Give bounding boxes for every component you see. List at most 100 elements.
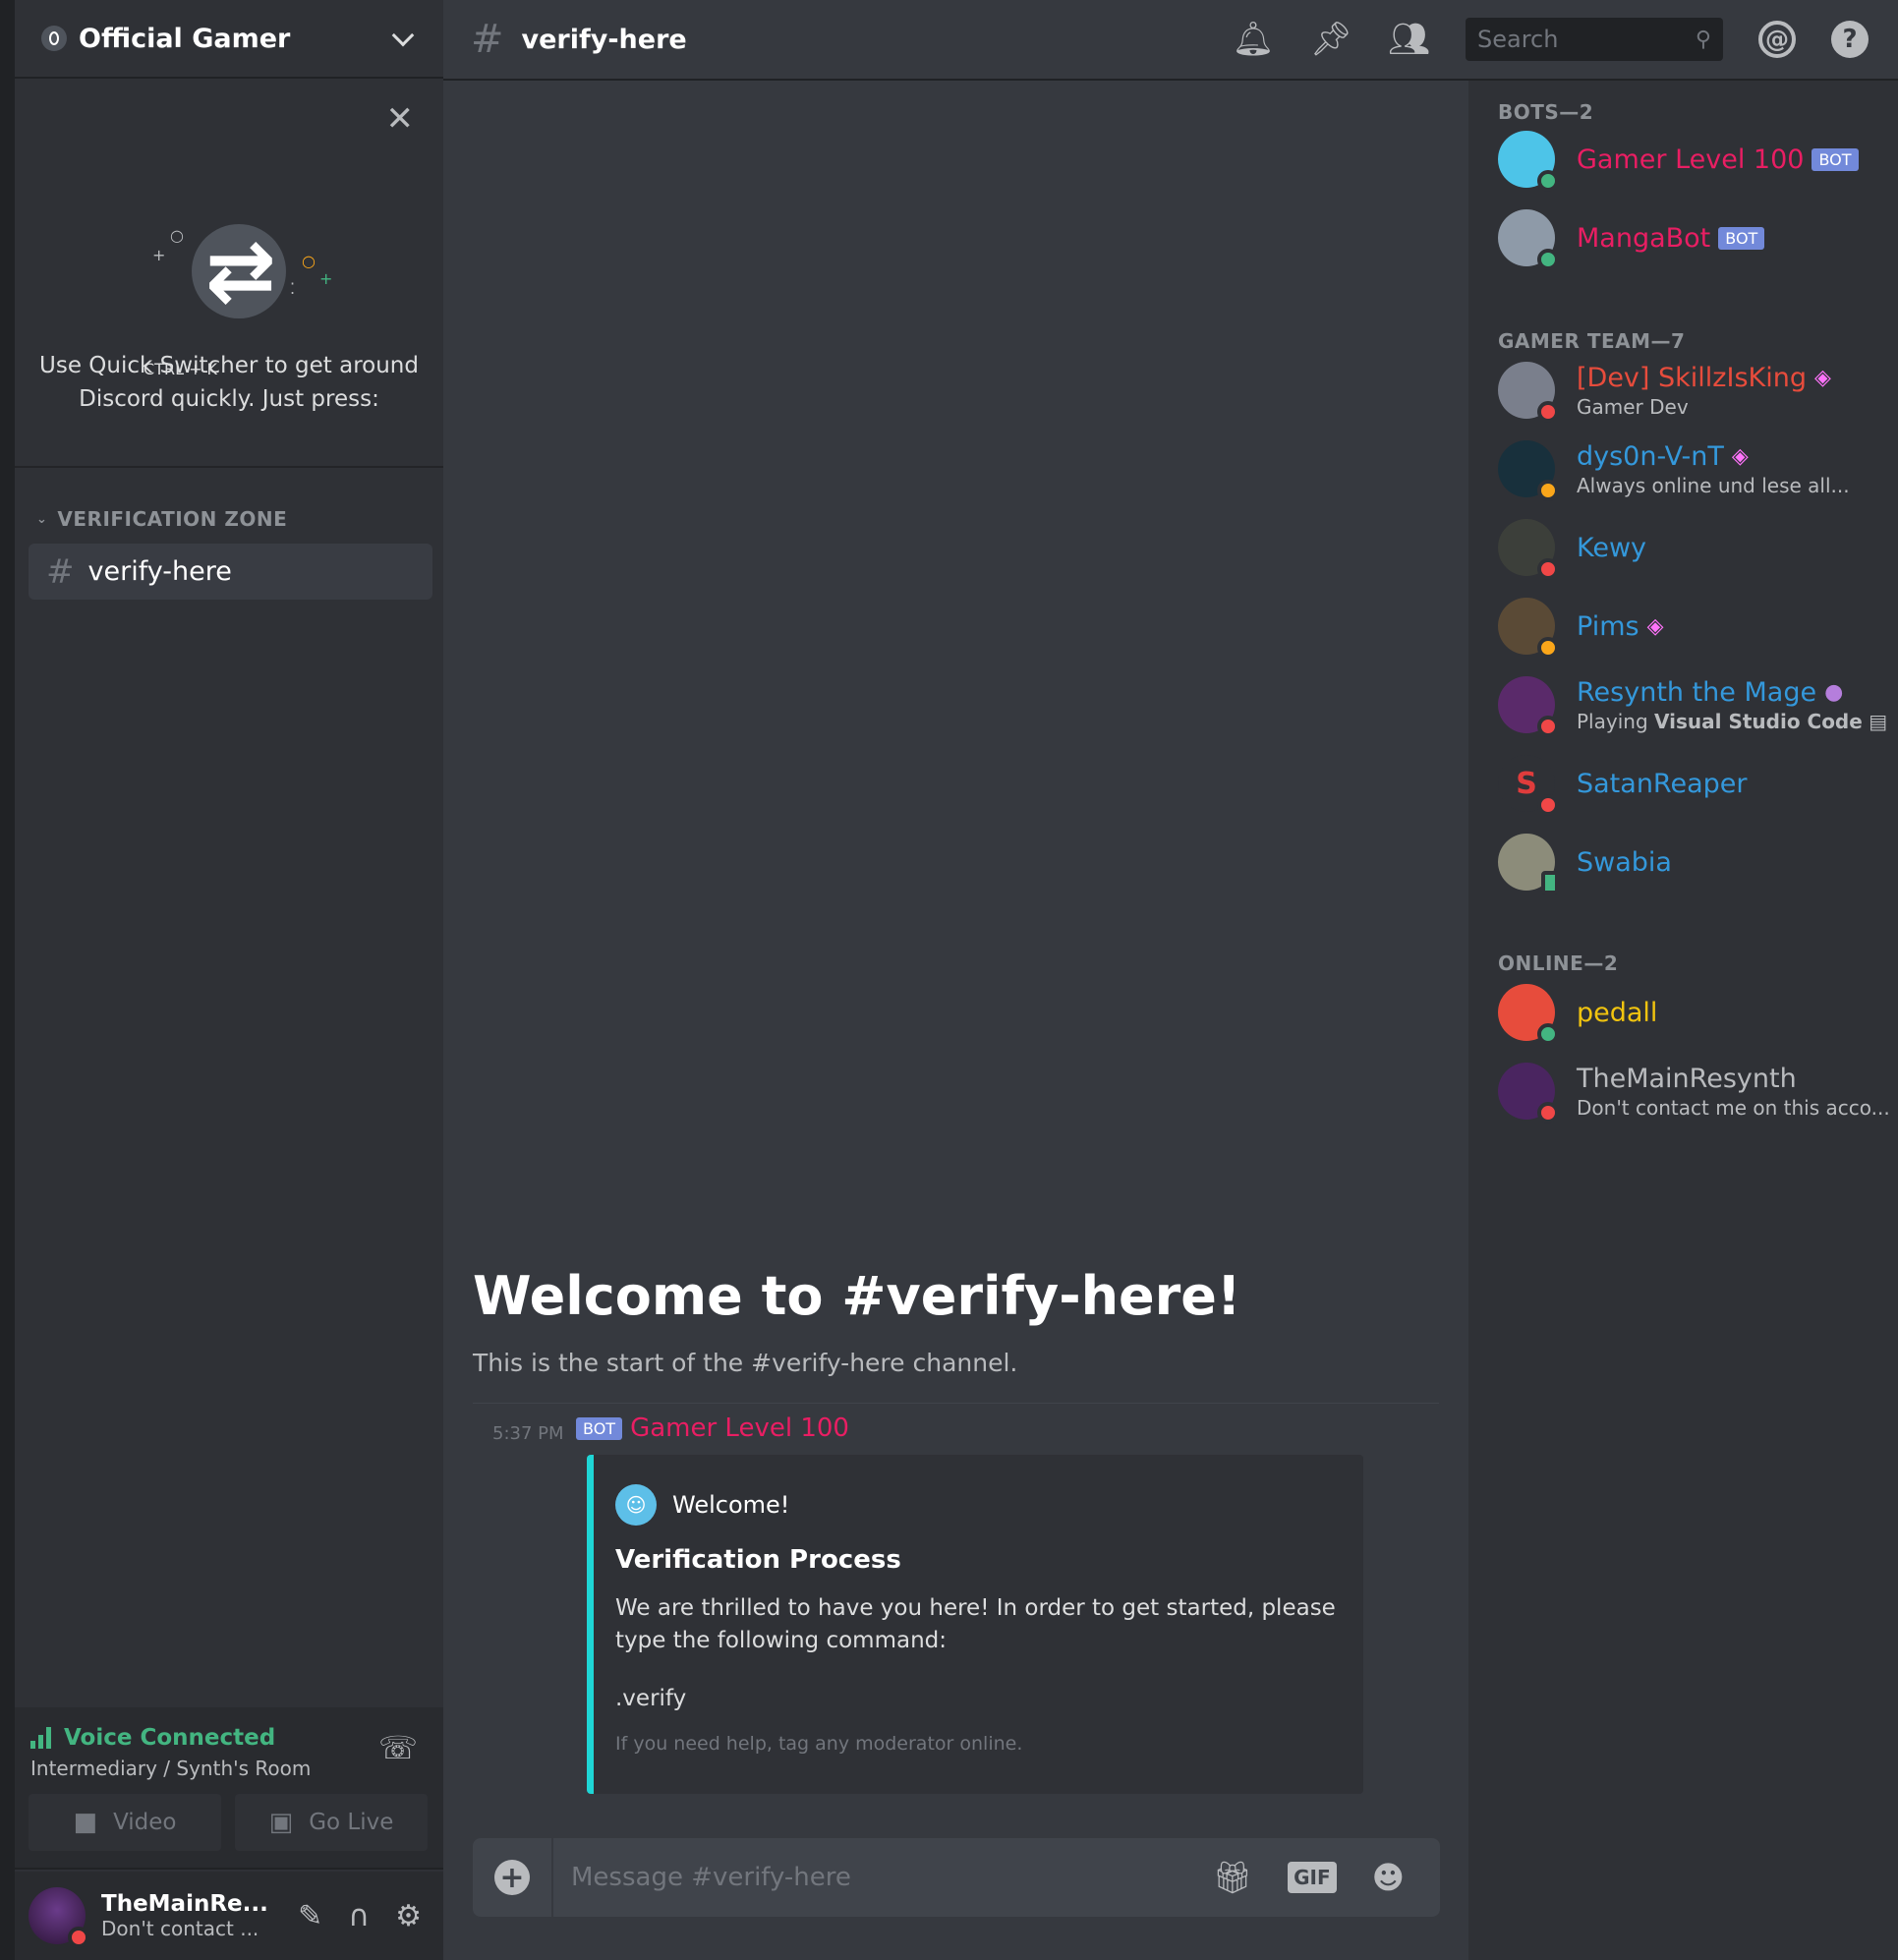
channel-item-verify-here[interactable]: # verify-here bbox=[29, 544, 432, 600]
avatar bbox=[1498, 131, 1559, 192]
channel-sidebar: Official Gamer ✕ + ○ ⇄ ○ + ⁚ Use Quick S… bbox=[15, 0, 443, 1960]
help-icon[interactable]: ? bbox=[1831, 21, 1869, 58]
avatar bbox=[1498, 834, 1559, 894]
voice-room[interactable]: Intermediary / Synth's Room bbox=[30, 1757, 311, 1780]
rich-presence-icon: ▤ bbox=[1869, 709, 1888, 733]
mute-microphone-icon[interactable]: ✎ bbox=[298, 1899, 322, 1933]
activity-name: Visual Studio Code bbox=[1654, 709, 1863, 733]
disconnect-icon[interactable]: ☏ bbox=[378, 1729, 418, 1766]
bell-icon[interactable]: 🔔︎ bbox=[1232, 20, 1274, 59]
quick-switcher-illustration: + ○ ⇄ ○ + ⁚ bbox=[152, 222, 333, 320]
member-name: Kewy bbox=[1577, 532, 1647, 563]
member-item[interactable]: Kewy bbox=[1498, 518, 1891, 580]
search-input[interactable]: Search ⚲ bbox=[1466, 18, 1723, 61]
gear-icon[interactable]: ⚙ bbox=[395, 1899, 422, 1933]
voice-status-label: Voice Connected bbox=[64, 1725, 276, 1751]
server-header[interactable]: Official Gamer bbox=[15, 0, 443, 79]
status-dnd-icon bbox=[1537, 716, 1559, 737]
category-verification-zone[interactable]: ⌄ VERIFICATION ZONE bbox=[36, 507, 287, 531]
bot-badge: BOT bbox=[576, 1416, 623, 1440]
shortcut-button[interactable]: CTRL + K bbox=[144, 360, 217, 378]
quick-switcher-promo: ✕ + ○ ⇄ ○ + ⁚ Use Quick Switcher to get … bbox=[15, 79, 443, 468]
member-name: MangaBot bbox=[1577, 222, 1711, 254]
member-item[interactable]: S SatanReaper bbox=[1498, 754, 1891, 816]
partner-badge-icon bbox=[41, 26, 67, 51]
message-timestamp: 5:37 PM bbox=[492, 1423, 564, 1444]
activity-prefix: Playing bbox=[1577, 709, 1648, 733]
go-live-button[interactable]: ▣ Go Live bbox=[235, 1794, 428, 1851]
category-label: VERIFICATION ZONE bbox=[57, 507, 288, 531]
welcome-title: Welcome to #verify-here! bbox=[473, 1265, 1241, 1327]
nitro-boost-icon: ◈ bbox=[1731, 443, 1749, 469]
avatar bbox=[1498, 1063, 1559, 1124]
status-online-icon bbox=[1537, 170, 1559, 192]
embed-description: We are thrilled to have you here! In ord… bbox=[615, 1595, 1336, 1653]
nitro-boost-icon: ◈ bbox=[1813, 365, 1831, 390]
avatar: S bbox=[1498, 755, 1559, 816]
headphones-icon[interactable]: ∩ bbox=[348, 1899, 370, 1933]
camera-icon: ■ bbox=[73, 1808, 98, 1837]
avatar[interactable] bbox=[29, 1887, 89, 1948]
member-item[interactable]: TheMainResynth Don't contact me on this … bbox=[1498, 1062, 1891, 1124]
member-item[interactable]: Gamer Level 100 BOT bbox=[1498, 130, 1891, 192]
user-panel: TheMainRe... Don't contact ... ✎ ∩ ⚙ bbox=[15, 1872, 443, 1960]
member-item[interactable]: MangaBot BOT bbox=[1498, 208, 1891, 270]
status-mobile-icon bbox=[1541, 871, 1559, 894]
message-header: BOT Gamer Level 100 bbox=[576, 1413, 849, 1443]
member-item[interactable]: dys0n-V-nT ◈ Always online und lese all..… bbox=[1498, 439, 1891, 501]
member-status: Always online und lese all... bbox=[1577, 473, 1850, 497]
divider bbox=[473, 1403, 1439, 1404]
members-icon[interactable]: 👥︎ bbox=[1388, 20, 1430, 59]
member-name: Pims bbox=[1577, 610, 1639, 642]
member-name: SatanReaper bbox=[1577, 768, 1748, 799]
go-live-label: Go Live bbox=[309, 1810, 394, 1835]
add-attachment-icon[interactable]: + bbox=[494, 1860, 530, 1895]
gif-button[interactable]: GIF bbox=[1288, 1862, 1337, 1893]
member-name: Resynth the Mage bbox=[1577, 676, 1817, 708]
member-group-online: ONLINE—2 bbox=[1498, 951, 1619, 975]
status-dnd-icon bbox=[1537, 1102, 1559, 1124]
status-dnd-icon bbox=[1537, 558, 1559, 580]
nitro-boost-icon: ◈ bbox=[1646, 613, 1664, 639]
message-input[interactable] bbox=[571, 1863, 1213, 1892]
status-online-icon bbox=[1537, 249, 1559, 270]
left-strip bbox=[0, 0, 15, 1960]
member-item[interactable]: [Dev] SkillzIsKing ◈ Gamer Dev bbox=[1498, 361, 1891, 423]
quick-switcher-text: Use Quick Switcher to get around Discord… bbox=[39, 353, 419, 412]
member-item[interactable]: pedall bbox=[1498, 983, 1891, 1045]
message-embed: ☺ Welcome! Verification Process We are t… bbox=[587, 1455, 1363, 1794]
channel-header: # verify-here 🔔︎ 📌︎ 👥︎ Search ⚲ @ ? bbox=[443, 0, 1898, 81]
message-author[interactable]: Gamer Level 100 bbox=[630, 1413, 849, 1443]
voice-status[interactable]: Voice Connected bbox=[30, 1725, 275, 1751]
user-name: TheMainRe... bbox=[101, 1891, 268, 1917]
gift-icon[interactable]: 🎁︎ bbox=[1212, 1859, 1252, 1896]
avatar bbox=[1498, 209, 1559, 270]
member-name: [Dev] SkillzIsKing bbox=[1577, 362, 1807, 393]
chevron-down-icon[interactable] bbox=[392, 28, 414, 49]
member-item[interactable]: Swabia bbox=[1498, 833, 1891, 894]
avatar bbox=[1498, 519, 1559, 580]
screen-share-icon: ▣ bbox=[268, 1808, 294, 1837]
embed-author: ☺ Welcome! bbox=[615, 1484, 789, 1526]
emoji-icon[interactable]: ☻ bbox=[1372, 1859, 1405, 1896]
status-dnd-icon bbox=[1537, 794, 1559, 816]
member-activity: Playing Visual Studio Code ▤ bbox=[1577, 710, 1887, 733]
member-item[interactable]: Pims ◈ bbox=[1498, 597, 1891, 659]
embed-title: Verification Process bbox=[615, 1545, 901, 1575]
avatar bbox=[1498, 984, 1559, 1045]
channel-item-label: verify-here bbox=[87, 556, 232, 587]
status-dnd-icon bbox=[68, 1927, 89, 1948]
member-item[interactable]: Resynth the Mage ● Playing Visual Studio … bbox=[1498, 675, 1891, 737]
pin-icon[interactable]: 📌︎ bbox=[1310, 20, 1352, 59]
mentions-icon[interactable]: @ bbox=[1758, 21, 1796, 58]
member-group-bots: BOTS—2 bbox=[1498, 100, 1594, 124]
avatar bbox=[1498, 676, 1559, 737]
chevron-down-icon: ⌄ bbox=[36, 511, 48, 527]
video-button[interactable]: ■ Video bbox=[29, 1794, 221, 1851]
voice-panel: Voice Connected Intermediary / Synth's R… bbox=[15, 1707, 443, 1870]
swap-arrows-icon: ⇄ bbox=[204, 222, 277, 320]
crystal-ball-icon: ● bbox=[1824, 679, 1844, 705]
avatar bbox=[1498, 598, 1559, 659]
message-composer: + 🎁︎ GIF ☻ bbox=[473, 1838, 1440, 1917]
close-icon[interactable]: ✕ bbox=[386, 102, 415, 136]
